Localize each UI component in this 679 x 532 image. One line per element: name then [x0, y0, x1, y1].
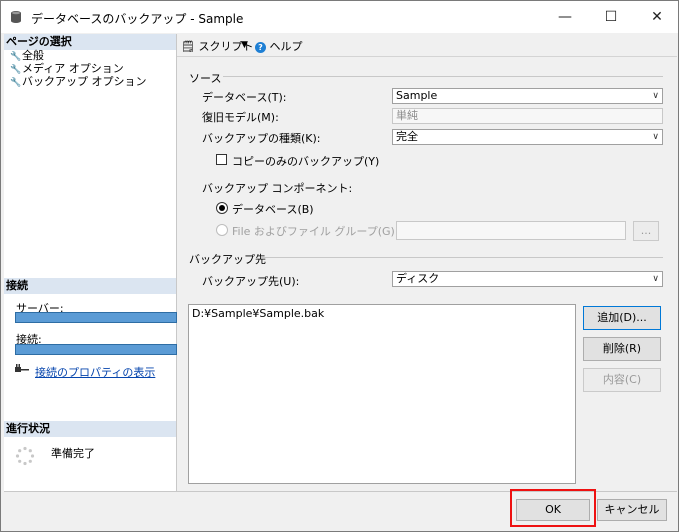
pages-header: ページの選択	[4, 34, 176, 50]
progress-status: 準備完了	[51, 447, 95, 460]
database-label: データベース(T):	[202, 91, 287, 104]
close-icon: ✕	[651, 9, 663, 25]
recovery-model-value: 単純	[396, 109, 418, 122]
script-icon: 🗒	[181, 40, 195, 53]
component-files-radio[interactable]	[216, 224, 228, 236]
backup-component-label: バックアップ コンポーネント:	[202, 182, 353, 195]
chevron-down-icon: ∨	[652, 274, 659, 284]
database-combo[interactable]: Sample ∨	[392, 88, 663, 104]
backup-dialog: データベースのバックアップ - Sample — ☐ ✕ ページの選択 🔧全般 …	[0, 0, 679, 532]
wrench-icon: 🔧	[10, 78, 22, 88]
destination-combo[interactable]: ディスク ∨	[392, 271, 663, 287]
recovery-model-label: 復旧モデル(M):	[202, 111, 279, 124]
component-database-radio[interactable]	[216, 202, 228, 214]
plug-icon	[15, 364, 29, 372]
title-bar: データベースのバックアップ - Sample — ☐ ✕	[1, 1, 678, 33]
connection-properties-link[interactable]: 接続のプロパティの表示	[35, 364, 155, 380]
destination-divider	[261, 257, 663, 258]
remove-button[interactable]: 削除(R)	[583, 337, 661, 361]
server-value	[15, 312, 177, 323]
help-label: ヘルプ	[269, 40, 303, 53]
minimize-icon: —	[558, 9, 572, 25]
ok-highlight-box	[510, 489, 596, 527]
database-value: Sample	[396, 89, 438, 102]
component-database-label: データベース(B)	[232, 203, 314, 216]
destination-value: ディスク	[396, 272, 440, 285]
copy-only-label: コピーのみのバックアップ(Y)	[232, 155, 380, 168]
add-button[interactable]: 追加(D)...	[583, 306, 661, 330]
sidebar-item-label: バックアップ オプション	[22, 75, 147, 88]
sidebar-item-backup-options[interactable]: 🔧バックアップ オプション	[10, 75, 147, 88]
database-icon	[11, 11, 21, 23]
toolbar: 🗒 スクリプト ▼ ? ヘルプ	[177, 34, 677, 57]
connection-header: 接続	[4, 278, 176, 294]
source-group-label: ソース	[189, 72, 222, 85]
contents-button[interactable]: 内容(C)	[583, 368, 661, 392]
close-button[interactable]: ✕	[634, 1, 679, 33]
destination-label: バックアップ先(U):	[202, 275, 300, 288]
browse-button[interactable]: ...	[633, 221, 659, 241]
help-button[interactable]: ? ヘルプ	[255, 38, 303, 54]
sidebar-item-label: メディア オプション	[22, 62, 124, 75]
backup-type-label: バックアップの種類(K):	[202, 132, 321, 145]
destination-group-label: バックアップ先	[189, 253, 266, 266]
maximize-icon: ☐	[604, 9, 618, 25]
backup-type-value: 完全	[396, 130, 418, 143]
source-divider	[223, 76, 663, 77]
chevron-down-icon: ∨	[652, 91, 659, 101]
sidebar-item-general[interactable]: 🔧全般	[10, 49, 44, 62]
help-icon: ?	[255, 42, 266, 53]
copy-only-checkbox[interactable]	[216, 154, 227, 165]
progress-spinner-icon	[15, 446, 35, 466]
connection-value	[15, 344, 177, 355]
chevron-down-icon: ∨	[652, 132, 659, 142]
backup-type-combo[interactable]: 完全 ∨	[392, 129, 663, 145]
destination-list[interactable]: D:¥Sample¥Sample.bak	[188, 304, 576, 484]
script-dropdown-icon[interactable]: ▼	[241, 40, 248, 50]
sidebar-item-label: 全般	[22, 49, 44, 62]
list-item[interactable]: D:¥Sample¥Sample.bak	[189, 305, 575, 322]
minimize-button[interactable]: —	[542, 1, 588, 33]
component-files-label: File およびファイル グループ(G):	[232, 225, 399, 238]
window-title: データベースのバックアップ - Sample	[31, 12, 244, 26]
sidebar: ページの選択 🔧全般 🔧メディア オプション 🔧バックアップ オプション 接続 …	[4, 34, 177, 491]
maximize-button[interactable]: ☐	[588, 1, 634, 33]
sidebar-item-media-options[interactable]: 🔧メディア オプション	[10, 62, 124, 75]
progress-header: 進行状況	[4, 421, 176, 437]
cancel-button[interactable]: キャンセル	[597, 499, 667, 521]
recovery-model-field: 単純	[392, 108, 663, 124]
filegroup-field	[396, 221, 626, 240]
